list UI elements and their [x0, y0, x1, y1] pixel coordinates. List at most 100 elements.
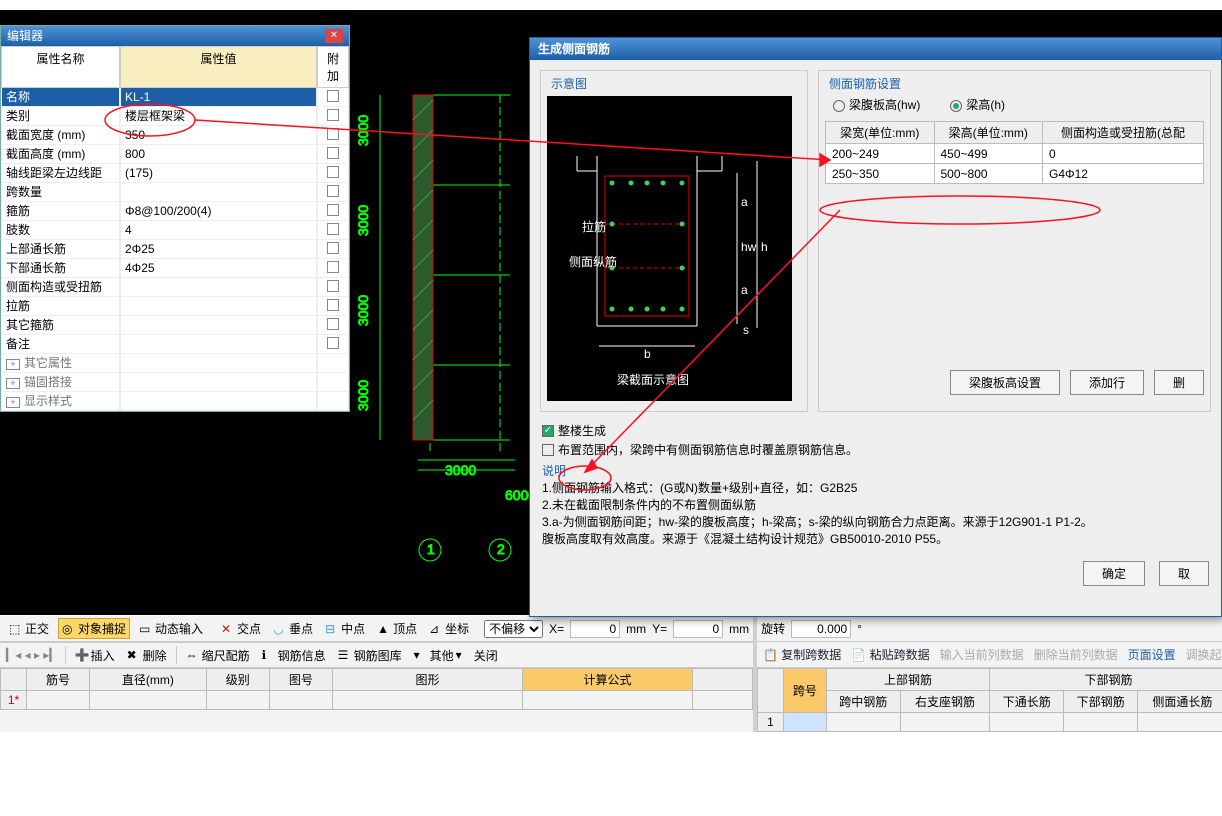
checkbox-whole-building[interactable]: [542, 425, 554, 437]
property-row[interactable]: 肢数4: [1, 221, 349, 240]
property-row[interactable]: 下部通长筋4Φ25: [1, 259, 349, 278]
rebar-lib-button[interactable]: ☰钢筋图库: [335, 646, 405, 665]
property-row[interactable]: 其它箍筋: [1, 316, 349, 335]
right-edit-toolbar: 📋 复制跨数据 📄 粘贴跨数据 输入当前列数据 删除当前列数据 页面设置 调换起: [757, 642, 1222, 668]
svg-text:hw: hw: [741, 240, 757, 254]
snap-coord[interactable]: ⊿坐标: [426, 619, 472, 638]
svg-text:a: a: [741, 195, 748, 209]
y-input[interactable]: [673, 620, 723, 638]
hw-setting-button[interactable]: 梁腹板高设置: [950, 370, 1060, 395]
property-group[interactable]: +显示样式: [1, 392, 349, 411]
radio-h[interactable]: 梁高(h): [950, 96, 1005, 113]
other-dropdown[interactable]: ▾其他 ▾: [411, 646, 465, 665]
append-checkbox[interactable]: [327, 109, 339, 121]
property-row[interactable]: 跨数量: [1, 183, 349, 202]
editor-title-text: 编辑器: [7, 26, 43, 46]
generate-side-bar-dialog: 生成侧面钢筋 示意图: [529, 37, 1222, 617]
property-row[interactable]: 箍筋Φ8@100/200(4): [1, 202, 349, 221]
append-checkbox[interactable]: [327, 337, 339, 349]
svg-text:侧面纵筋: 侧面纵筋: [569, 254, 617, 269]
snap-intersect[interactable]: ✕交点: [218, 619, 264, 638]
property-row[interactable]: 上部通长筋2Φ25: [1, 240, 349, 259]
append-checkbox[interactable]: [327, 204, 339, 216]
left-rebar-grid[interactable]: 筋号 直径(mm) 级别 图号 图形 计算公式 1*: [0, 668, 753, 710]
left-edit-toolbar: ▎◂ ◂ ▸ ▸▎ ➕插入 ✖删除 ⇔缩尺配筋 ℹ钢筋信息 ☰钢筋图库 ▾其他 …: [0, 642, 753, 668]
append-checkbox[interactable]: [327, 261, 339, 273]
bottom-panels: ⬚正交 ◎对象捕捉 ▭动态输入 ✕交点 ◡垂点 ⊟中点 ▲顶点 ⊿坐标 不偏移 …: [0, 616, 1222, 732]
checkbox-cover-existing[interactable]: [542, 444, 554, 456]
setting-table[interactable]: 梁宽(单位:mm)梁高(单位:mm)侧面构造或受扭筋(总配 200~249450…: [825, 121, 1204, 184]
snap-ortho[interactable]: ⬚正交: [6, 619, 52, 638]
paste-span-data[interactable]: 📄 粘贴跨数据: [851, 646, 929, 663]
svg-text:b: b: [644, 347, 651, 361]
svg-text:3000: 3000: [355, 115, 371, 146]
svg-text:1: 1: [427, 541, 435, 557]
input-col-data[interactable]: 输入当前列数据: [940, 646, 1024, 663]
svg-text:3000: 3000: [355, 205, 371, 236]
svg-text:3000: 3000: [355, 295, 371, 326]
insert-button[interactable]: ➕插入: [72, 646, 118, 665]
append-checkbox[interactable]: [327, 128, 339, 140]
copy-span-data[interactable]: 📋 复制跨数据: [763, 646, 841, 663]
property-group[interactable]: +锚固搭接: [1, 373, 349, 392]
close-button[interactable]: 关闭: [471, 646, 501, 665]
svg-text:拉筋: 拉筋: [582, 219, 606, 234]
close-icon[interactable]: ✕: [325, 29, 343, 43]
side-bar-setting-group: 侧面钢筋设置 梁腹板高(hw) 梁高(h) 梁宽(单位:mm)梁高(单位:mm)…: [818, 70, 1211, 412]
editor-titlebar[interactable]: 编辑器 ✕: [1, 26, 349, 46]
table-row: 1*: [1, 691, 753, 710]
dialog-title[interactable]: 生成侧面钢筋: [530, 38, 1221, 60]
snap-mid[interactable]: ⊟中点: [322, 619, 368, 638]
append-checkbox[interactable]: [327, 90, 339, 102]
snap-toolbar: ⬚正交 ◎对象捕捉 ▭动态输入 ✕交点 ◡垂点 ⊟中点 ▲顶点 ⊿坐标 不偏移 …: [0, 616, 753, 642]
property-editor: 编辑器 ✕ 属性名称 属性值 附加 名称KL-1类别楼层框架梁截面宽度 (mm)…: [0, 25, 350, 412]
delete-button[interactable]: ✖删除: [124, 646, 170, 665]
svg-text:s: s: [743, 323, 749, 337]
svg-text:2: 2: [497, 541, 505, 557]
col-header-append: 附加: [317, 46, 349, 88]
ok-button[interactable]: 确定: [1083, 561, 1145, 586]
table-row: 1: [758, 713, 1222, 732]
property-group[interactable]: +其它属性: [1, 354, 349, 373]
radio-hw[interactable]: 梁腹板高(hw): [833, 96, 920, 113]
property-row[interactable]: 轴线距梁左边线距(175): [1, 164, 349, 183]
svg-text:a: a: [741, 283, 748, 297]
svg-text:h: h: [761, 240, 768, 254]
cancel-button[interactable]: 取: [1159, 561, 1209, 586]
delete-row-button[interactable]: 删: [1154, 370, 1204, 395]
scale-rebar-button[interactable]: ⇔缩尺配筋: [183, 646, 253, 665]
beam-section-diagram: 拉筋 侧面纵筋 a hw h a s b 梁截面示意图: [547, 96, 792, 401]
property-row[interactable]: 名称KL-1: [1, 88, 349, 107]
snap-dyn[interactable]: ▭动态输入: [136, 619, 206, 638]
append-checkbox[interactable]: [327, 223, 339, 235]
append-checkbox[interactable]: [327, 299, 339, 311]
svg-text:梁截面示意图: 梁截面示意图: [617, 372, 689, 387]
property-row[interactable]: 拉筋: [1, 297, 349, 316]
append-checkbox[interactable]: [327, 242, 339, 254]
append-checkbox[interactable]: [327, 147, 339, 159]
property-row[interactable]: 截面宽度 (mm)350: [1, 126, 349, 145]
right-span-grid[interactable]: 跨号 上部钢筋 下部钢筋 跨中钢筋 右支座钢筋 下通长筋 下部钢筋 侧面通长筋 …: [757, 668, 1222, 732]
append-checkbox[interactable]: [327, 185, 339, 197]
append-checkbox[interactable]: [327, 318, 339, 330]
delete-col-data[interactable]: 删除当前列数据: [1034, 646, 1118, 663]
svg-text:3000: 3000: [355, 380, 371, 411]
rebar-info-button[interactable]: ℹ钢筋信息: [259, 646, 329, 665]
add-row-button[interactable]: 添加行: [1070, 370, 1144, 395]
page-setting[interactable]: 页面设置: [1128, 646, 1176, 663]
property-row[interactable]: 类别楼层框架梁: [1, 107, 349, 126]
snap-perp[interactable]: ◡垂点: [270, 619, 316, 638]
offset-select[interactable]: 不偏移: [484, 620, 543, 638]
property-row[interactable]: 备注: [1, 335, 349, 354]
swap-start[interactable]: 调换起: [1186, 646, 1222, 663]
append-checkbox[interactable]: [327, 280, 339, 292]
property-row[interactable]: 截面高度 (mm)800: [1, 145, 349, 164]
schematic-group: 示意图: [540, 70, 808, 412]
snap-osnap[interactable]: ◎对象捕捉: [58, 618, 130, 639]
table-row: 250~350500~800G4Φ12: [826, 164, 1204, 184]
col-header-value: 属性值: [120, 46, 317, 88]
snap-vertex[interactable]: ▲顶点: [374, 619, 420, 638]
append-checkbox[interactable]: [327, 166, 339, 178]
x-input[interactable]: [570, 620, 620, 638]
property-row[interactable]: 侧面构造或受扭筋: [1, 278, 349, 297]
